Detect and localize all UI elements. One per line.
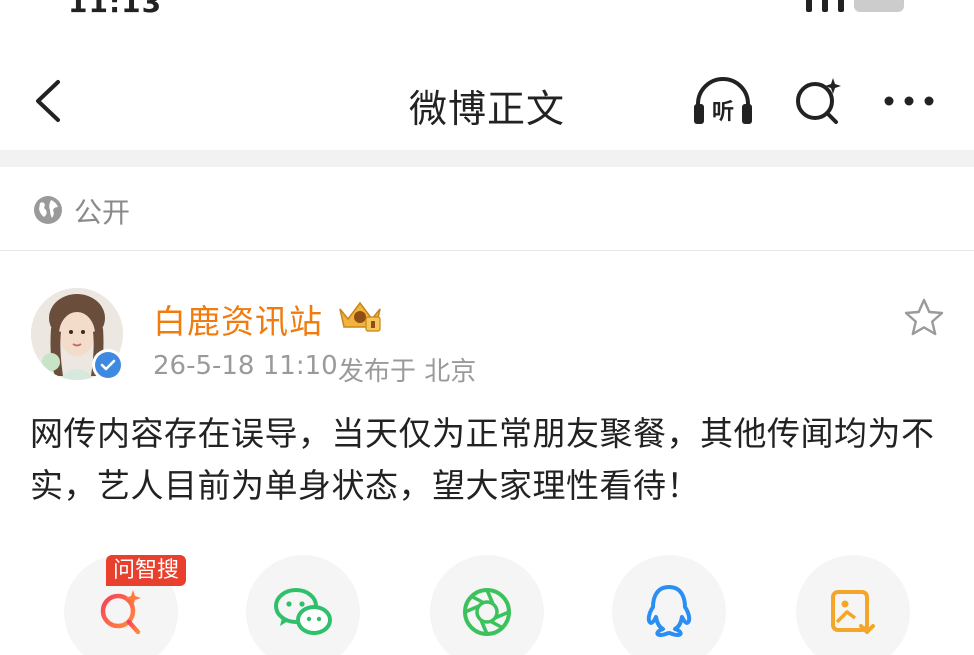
listen-headphone-icon: 听 (694, 77, 752, 125)
share-save-image-button[interactable] (796, 555, 910, 655)
ai-search-button[interactable] (786, 74, 852, 128)
share-qq-button[interactable] (612, 555, 726, 655)
status-bar: 11:13 (0, 0, 974, 16)
section-divider (0, 150, 974, 167)
globe-icon (34, 196, 62, 224)
more-icon (884, 96, 934, 106)
more-button[interactable] (876, 74, 942, 128)
share-wechat-button[interactable] (246, 555, 360, 655)
post-time: 26-5-18 11:10 (153, 351, 338, 381)
signal-icon (822, 0, 828, 12)
moments-icon (463, 588, 511, 636)
wechat-icon (274, 588, 332, 635)
listen-button[interactable]: 听 (690, 74, 756, 128)
star-icon (904, 298, 944, 336)
ai-search-icon (100, 590, 141, 635)
signal-icon (838, 0, 844, 12)
visibility-row: 公开 (0, 167, 974, 251)
favorite-button[interactable] (902, 296, 946, 340)
post-location: 发布于 北京 (338, 357, 477, 387)
post-header: 白鹿资讯站 26-5-18 11:10 发布于 北京 (0, 252, 974, 392)
visibility-label: 公开 (74, 196, 131, 229)
status-time: 11:13 (68, 0, 162, 16)
verified-badge (92, 349, 124, 381)
battery-icon (854, 0, 904, 12)
crown-badge-icon[interactable] (336, 297, 384, 333)
signal-icon (806, 0, 812, 12)
ai-search-tag: 问智搜 (106, 555, 187, 586)
listen-label: 听 (712, 100, 734, 125)
verified-check-icon (100, 359, 116, 371)
share-moments-button[interactable] (430, 555, 544, 655)
nav-bar: 微博正文 听 (0, 50, 974, 150)
author-name[interactable]: 白鹿资讯站 (153, 295, 323, 343)
save-image-icon (831, 590, 875, 634)
post-content: 网传内容存在误导，当天仅为正常朋友聚餐，其他传闻均为不实，艺人目前为单身状态，望… (30, 414, 935, 505)
status-indicators (806, 0, 904, 12)
qq-icon (646, 585, 692, 637)
ai-search-icon (796, 78, 841, 124)
